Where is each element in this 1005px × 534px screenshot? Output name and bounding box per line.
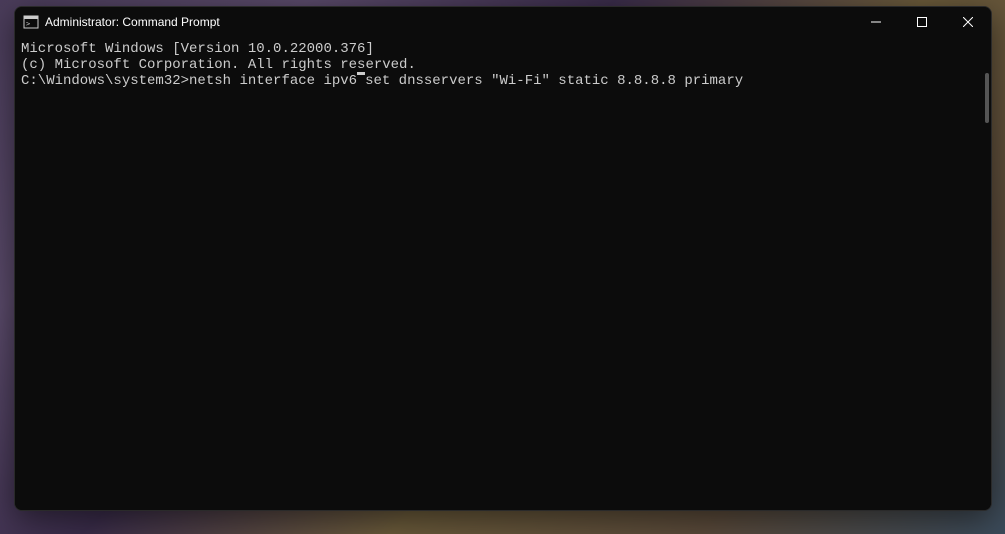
version-line: Microsoft Windows [Version 10.0.22000.37… <box>21 41 985 57</box>
command-text-before: netsh interface ipv6 <box>189 73 357 89</box>
command-text-after: set dnsservers "Wi-Fi" static 8.8.8.8 pr… <box>365 73 743 89</box>
window-controls <box>853 7 991 37</box>
maximize-button[interactable] <box>899 7 945 37</box>
prompt-line: C:\Windows\system32>netsh interface ipv6… <box>21 73 985 89</box>
text-cursor <box>357 72 365 75</box>
cmd-icon: >_ <box>23 14 39 30</box>
copyright-line: (c) Microsoft Corporation. All rights re… <box>21 57 985 73</box>
window-title: Administrator: Command Prompt <box>45 15 853 29</box>
command-prompt-window: >_ Administrator: Command Prompt <box>14 6 992 511</box>
svg-text:>_: >_ <box>26 20 35 28</box>
minimize-button[interactable] <box>853 7 899 37</box>
scrollbar-thumb[interactable] <box>985 73 989 123</box>
close-button[interactable] <box>945 7 991 37</box>
prompt-path: C:\Windows\system32> <box>21 73 189 89</box>
terminal-output[interactable]: Microsoft Windows [Version 10.0.22000.37… <box>15 37 991 510</box>
titlebar[interactable]: >_ Administrator: Command Prompt <box>15 7 991 37</box>
